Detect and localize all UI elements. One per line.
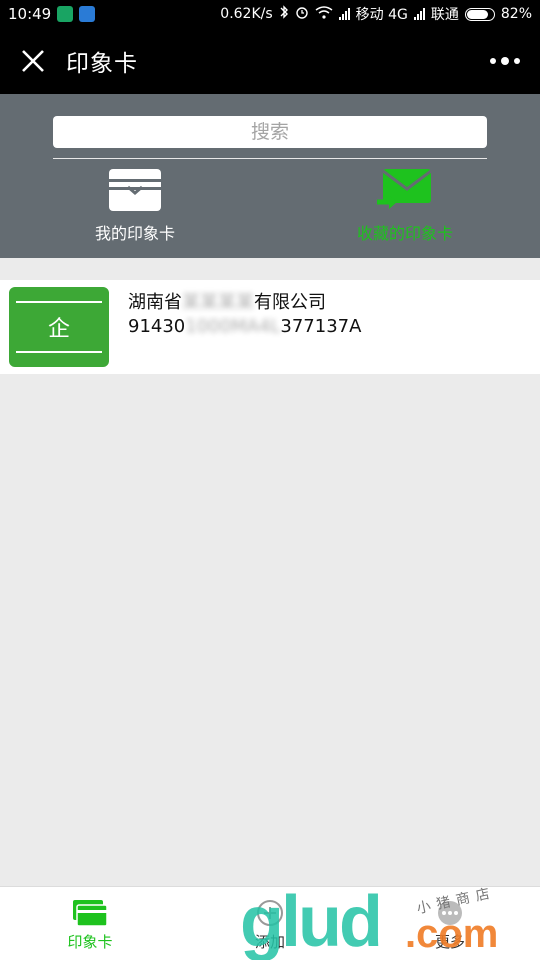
page-title: 印象卡	[66, 51, 138, 77]
status-time: 10:49	[8, 5, 52, 23]
more-options-button[interactable]	[470, 28, 540, 94]
company-name-redacted: 某某某某	[182, 292, 254, 313]
tab-my-cards-label: 我的印象卡	[94, 224, 175, 243]
bottom-tab-cards[interactable]: 印象卡	[0, 887, 180, 960]
card-box-icon	[109, 169, 161, 211]
company-code-suffix: 377137A	[280, 316, 362, 337]
bottom-tab-bar: 印象卡 添加 更多	[0, 886, 540, 960]
alarm-icon	[295, 5, 309, 23]
tab-favorite-cards[interactable]: 收藏的印象卡	[315, 168, 495, 252]
carrier-2: 联通	[430, 7, 459, 23]
file-app-icon	[79, 6, 96, 22]
tab-my-cards[interactable]: 我的印象卡	[45, 168, 225, 252]
company-name: 湖南省某某某某有限公司	[128, 288, 326, 314]
cards-icon	[73, 900, 108, 927]
battery-percent: 82%	[500, 6, 532, 22]
dot-icon	[490, 58, 496, 64]
signal-icon	[338, 8, 350, 20]
tab-favorite-cards-label: 收藏的印象卡	[356, 224, 453, 243]
shield-app-icon	[57, 6, 74, 22]
enterprise-card-icon: 企	[9, 287, 109, 367]
divider	[53, 158, 487, 159]
company-name-prefix: 湖南省	[128, 292, 182, 313]
company-name-suffix: 有限公司	[254, 292, 326, 313]
list-item[interactable]: 企 湖南省某某某某有限公司 914301000MA4L377137A	[0, 280, 540, 374]
enterprise-glyph: 企	[47, 317, 70, 342]
carrier-1: 移动 4G	[355, 7, 408, 23]
close-icon	[22, 50, 44, 72]
bluetooth-icon	[279, 5, 289, 23]
header-panel: 搜索 我的印象卡 收藏的印象卡	[0, 94, 540, 258]
company-code-redacted: 1000MA4L	[185, 316, 281, 337]
network-speed: 0.62K/s	[220, 6, 273, 22]
dot-icon	[514, 58, 520, 64]
mail-arrow-icon	[377, 169, 432, 209]
title-bar: 印象卡	[0, 28, 540, 94]
search-input[interactable]: 搜索	[53, 116, 487, 148]
status-bar: 10:49 0.62K/s 移动 4G 联通 82%	[0, 0, 540, 28]
bottom-tab-more[interactable]: 更多	[360, 887, 540, 960]
company-code: 914301000MA4L377137A	[128, 316, 361, 337]
bottom-tab-add[interactable]: 添加	[180, 887, 360, 960]
company-code-prefix: 91430	[128, 316, 186, 337]
bottom-tab-more-label: 更多	[434, 933, 465, 951]
dot-icon	[501, 57, 509, 65]
bottom-tab-cards-label: 印象卡	[67, 933, 113, 951]
more-icon	[438, 901, 462, 925]
add-icon	[257, 900, 283, 926]
signal-icon-2	[413, 8, 425, 20]
bottom-tab-add-label: 添加	[254, 933, 285, 951]
wifi-icon	[315, 5, 333, 23]
battery-icon	[464, 7, 495, 21]
close-button[interactable]	[0, 28, 66, 94]
